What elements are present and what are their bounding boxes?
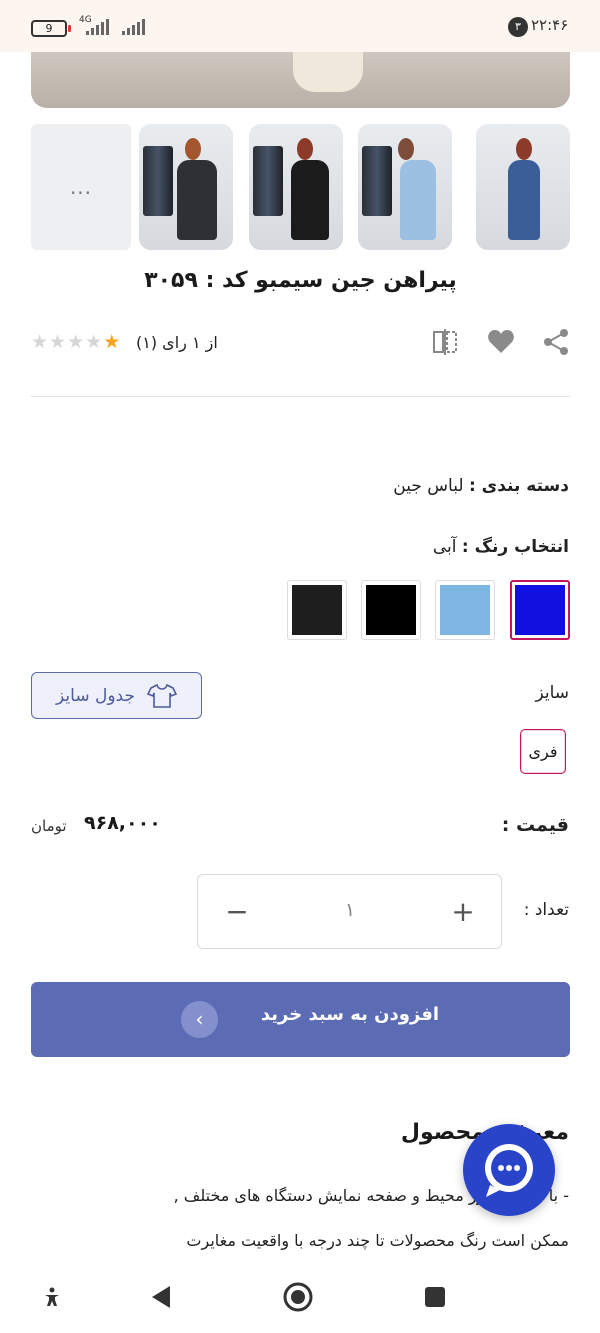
clock: ۲۲:۴۶ — [531, 16, 569, 34]
divider — [31, 396, 570, 397]
thumbnail-2[interactable] — [358, 124, 452, 250]
star-rating[interactable]: ★ ★ ★ ★ ★ — [31, 331, 120, 353]
price-label: قیمت : — [501, 814, 569, 836]
size-label: سایز — [535, 683, 569, 703]
chat-bubble-icon — [485, 1144, 533, 1197]
color-row: انتخاب رنگ : آبی — [433, 537, 569, 557]
star-icon: ★ — [31, 331, 49, 353]
notification-badge: ۳ — [508, 17, 528, 37]
battery-indicator: 9 — [31, 20, 71, 37]
thumbnail-strip: ... — [31, 124, 570, 250]
shoe-image-detail — [293, 52, 363, 92]
status-bar: 9 4G ۳ ۲۲:۴۶ — [0, 0, 600, 52]
price-unit: تومان — [31, 817, 67, 835]
rating-count: از ۱ رای (۱) — [136, 333, 218, 352]
star-icon: ★ — [85, 331, 103, 353]
color-swatch-light-blue[interactable] — [435, 580, 495, 640]
signal-icon-2 — [122, 19, 145, 35]
quantity-input[interactable]: ۱ — [335, 899, 365, 921]
product-main-image[interactable] — [31, 52, 570, 108]
star-icon: ★ — [49, 331, 67, 353]
size-table-button[interactable]: جدول سایز — [31, 672, 202, 719]
product-title: پیراهن جین سیمبو کد : ۳۰۵۹ — [144, 268, 457, 293]
size-table-label: جدول سایز — [56, 685, 135, 706]
heart-icon[interactable] — [485, 326, 517, 358]
quantity-label: تعداد : — [523, 900, 569, 920]
color-label: انتخاب رنگ : — [461, 537, 569, 557]
description-line: ممکن است رنگ محصولات تا چند درجه با واقع… — [186, 1231, 569, 1250]
rating-row: ★ ★ ★ ★ ★ از ۱ رای (۱) — [31, 326, 570, 362]
signal-icon — [86, 19, 109, 35]
color-swatch-charcoal[interactable] — [287, 580, 347, 640]
color-swatch-black[interactable] — [361, 580, 421, 640]
category-link[interactable]: لباس جین — [393, 476, 463, 496]
color-swatch-blue[interactable] — [510, 580, 570, 640]
compare-icon[interactable] — [429, 326, 461, 358]
thumbnail-3[interactable] — [249, 124, 343, 250]
share-icon[interactable] — [540, 326, 572, 358]
add-to-cart-label: افزودن به سبد خرید — [260, 1004, 440, 1025]
shirt-icon — [146, 683, 177, 708]
category-row: دسته بندی : لباس جین — [393, 476, 569, 496]
home-icon[interactable] — [278, 1280, 318, 1314]
add-to-cart-button[interactable]: ‹ افزودن به سبد خرید — [31, 982, 570, 1057]
system-nav-bar — [0, 1260, 600, 1333]
thumbnail-1[interactable] — [476, 124, 570, 250]
category-label: دسته بندی : — [468, 476, 569, 496]
accessibility-icon[interactable] — [32, 1280, 72, 1314]
more-images-button[interactable]: ... — [31, 124, 131, 250]
chevron-left-icon: ‹ — [181, 1001, 218, 1038]
star-icon: ★ — [67, 331, 85, 353]
size-option-free[interactable]: فری — [520, 729, 566, 774]
thumbnail-4[interactable] — [139, 124, 233, 250]
back-icon[interactable] — [141, 1280, 181, 1314]
star-icon-filled: ★ — [103, 331, 121, 353]
chat-button[interactable] — [463, 1124, 555, 1216]
minus-icon[interactable]: − — [219, 895, 255, 931]
plus-icon[interactable]: + — [445, 895, 481, 931]
selected-color-name: آبی — [432, 537, 457, 557]
recents-icon[interactable] — [415, 1280, 455, 1314]
color-swatches — [287, 580, 570, 640]
quantity-stepper: + ۱ − — [197, 874, 502, 949]
price-value: ۹۶۸,۰۰۰ — [84, 812, 161, 834]
